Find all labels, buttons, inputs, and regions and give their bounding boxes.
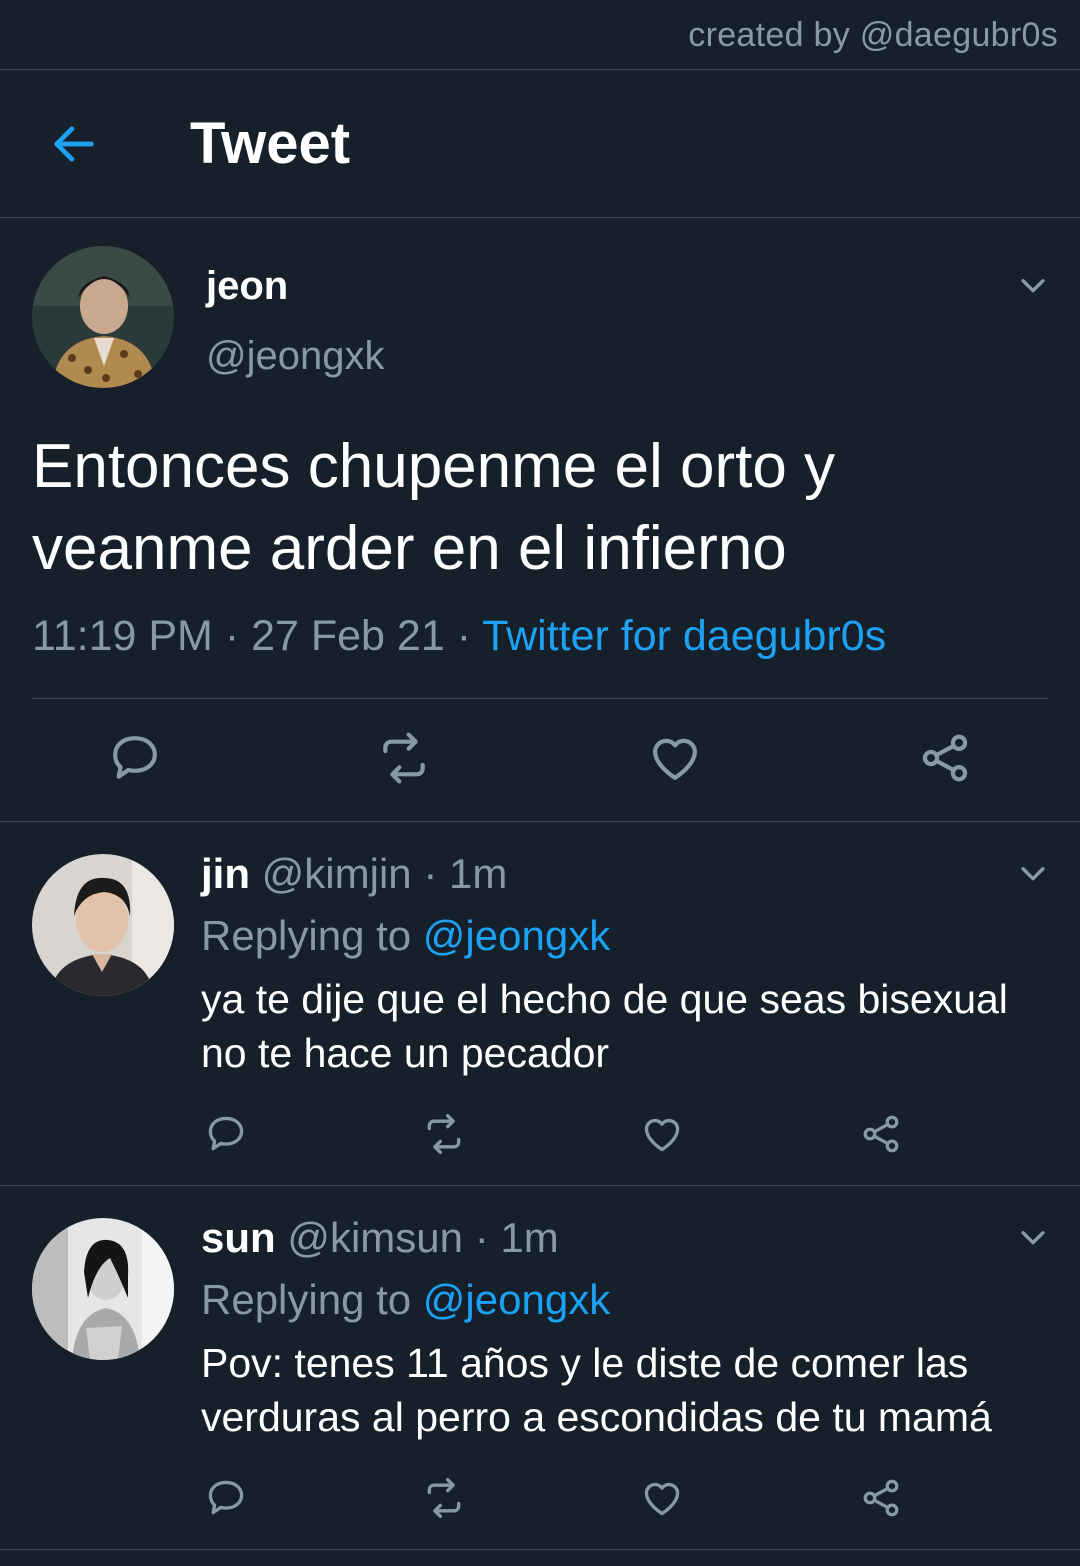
tweet-date: 27 Feb 21 <box>251 612 445 660</box>
reply-time: 1m <box>449 850 508 897</box>
reply-author-handle[interactable]: @kimjin <box>262 850 412 897</box>
top-app-bar: Tweet <box>0 70 1080 218</box>
replying-label: Replying to <box>201 1276 423 1323</box>
page-title: Tweet <box>190 111 351 176</box>
meta-separator: · <box>474 1214 489 1261</box>
divider <box>32 698 1048 699</box>
chevron-down-icon[interactable] <box>1016 268 1050 302</box>
chevron-down-icon[interactable] <box>1016 1220 1050 1254</box>
author-handle[interactable]: @jeongxk <box>206 334 384 379</box>
arrow-left-icon[interactable] <box>48 118 100 170</box>
reply-text: ya te dije que el hecho de que seas bise… <box>201 976 1008 1076</box>
replying-to-mention[interactable]: @jeongxk <box>423 1276 610 1323</box>
replying-to: Replying to @jeongxk <box>201 1276 610 1324</box>
heart-icon[interactable] <box>640 1476 684 1520</box>
heart-icon[interactable] <box>640 1112 684 1156</box>
reply-author-name[interactable]: sun <box>201 1214 276 1261</box>
reply-time: 1m <box>500 1214 559 1261</box>
heart-icon[interactable] <box>647 730 703 786</box>
meta-separator: · <box>423 850 438 897</box>
replying-to-mention[interactable]: @jeongxk <box>423 912 610 959</box>
avatar[interactable] <box>32 854 174 996</box>
reply-author-handle[interactable]: @kimsun <box>287 1214 463 1261</box>
share-icon[interactable] <box>859 1112 903 1156</box>
reply-tweet[interactable]: jin @kimjin · 1m Replying to @jeongxk ya… <box>0 822 1080 1186</box>
credit-text: created by @daegubr0s <box>688 16 1058 54</box>
share-icon[interactable] <box>917 730 973 786</box>
tweet-time: 11:19 PM <box>32 612 213 660</box>
author-name[interactable]: jeon <box>206 264 288 309</box>
meta-separator: · <box>444 612 483 660</box>
comment-icon[interactable] <box>107 730 163 786</box>
comment-icon[interactable] <box>204 1476 248 1520</box>
retweet-icon[interactable] <box>422 1476 466 1520</box>
tweet-source-link[interactable]: Twitter for daegubr0s <box>482 612 886 660</box>
avatar[interactable] <box>32 246 174 388</box>
retweet-icon[interactable] <box>376 730 432 786</box>
chevron-down-icon[interactable] <box>1016 856 1050 890</box>
tweet-text: Entonces chupenme el orto y veanme arder… <box>32 432 836 583</box>
share-icon[interactable] <box>859 1476 903 1520</box>
reply-text: Pov: tenes 11 años y le diste de comer l… <box>201 1340 992 1440</box>
reply-author-name[interactable]: jin <box>201 850 250 897</box>
reply-tweet[interactable]: sun @kimsun · 1m Replying to @jeongxk Po… <box>0 1186 1080 1550</box>
retweet-icon[interactable] <box>422 1112 466 1156</box>
replying-label: Replying to <box>201 912 423 959</box>
comment-icon[interactable] <box>204 1112 248 1156</box>
reply-header: jin @kimjin · 1m <box>201 850 507 898</box>
reply-header: sun @kimsun · 1m <box>201 1214 559 1262</box>
tweet-meta: 11:19 PM · 27 Feb 21 · Twitter for daegu… <box>32 612 886 661</box>
replying-to: Replying to @jeongxk <box>201 912 610 960</box>
meta-separator: · <box>212 612 252 660</box>
avatar[interactable] <box>32 1218 174 1360</box>
main-tweet: jeon @jeongxk Entonces chupenme el orto … <box>0 218 1080 822</box>
credit-bar: created by @daegubr0s <box>0 0 1080 70</box>
